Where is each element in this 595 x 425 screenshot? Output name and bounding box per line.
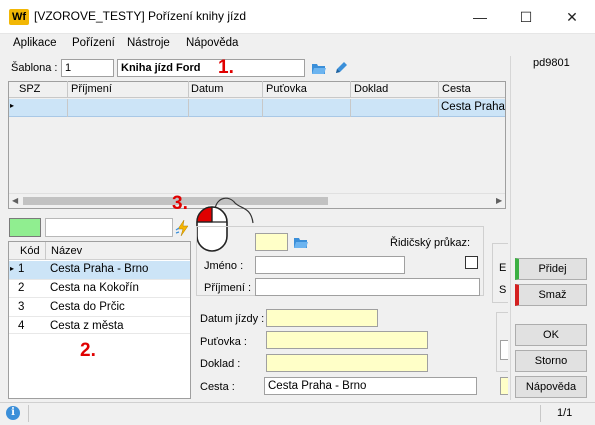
right-panel-divider (510, 56, 511, 400)
list-item-code: 3 (18, 301, 25, 313)
col-separator (67, 81, 68, 97)
prijmeni-label: Příjmení : (204, 282, 252, 294)
col-header-doklad[interactable]: Doklad (354, 83, 388, 95)
group-letter-s: S (499, 284, 507, 296)
menu-nastroje[interactable]: Nástroje (127, 37, 170, 49)
list-item-code: 4 (18, 320, 25, 332)
info-icon[interactable]: i (6, 406, 20, 420)
delete-button[interactable]: Smaž (515, 284, 587, 306)
menu-aplikace[interactable]: Aplikace (13, 37, 56, 49)
page-indicator: 1/1 (557, 407, 573, 419)
help-button[interactable]: Nápověda (515, 376, 587, 398)
col-separator (188, 99, 189, 117)
group-letter-e: E (499, 262, 507, 274)
list-item-name: Cesta Praha - Brno (50, 263, 149, 275)
grid-row-selected[interactable] (9, 99, 505, 117)
jmeno-field[interactable] (255, 256, 405, 274)
col-header-nazev[interactable]: Název (51, 245, 82, 257)
status-divider (540, 405, 541, 422)
col-separator (438, 81, 439, 97)
annotation-1: 1. (218, 57, 234, 78)
col-header-kod[interactable]: Kód (20, 245, 40, 257)
driver-code-field[interactable] (255, 233, 288, 251)
menu-porizeni[interactable]: Pořízení (72, 37, 115, 49)
annotation-2: 2. (80, 340, 96, 361)
col-separator (262, 81, 263, 97)
menu-napoveda[interactable]: Nápověda (186, 37, 238, 49)
jmeno-label: Jméno : (204, 260, 244, 272)
annotation-3: 3. (172, 193, 188, 214)
template-number-field[interactable]: 1 (61, 59, 114, 77)
grid-cell-cesta: Cesta Praha (441, 101, 505, 113)
cesta-label: Cesta : (200, 381, 235, 393)
maximize-button[interactable]: ☐ (503, 0, 549, 34)
drivers-license-label: Řidičský průkaz: (390, 237, 471, 249)
col-separator (188, 81, 189, 97)
hidden-field-edge (500, 377, 508, 395)
color-swatch[interactable] (9, 218, 41, 237)
col-separator (67, 99, 68, 117)
filter-input[interactable] (45, 218, 173, 237)
doklad-label: Doklad : (200, 358, 241, 370)
hidden-field-edge (500, 340, 508, 360)
row-pointer-icon: ▸ (10, 264, 15, 273)
ok-button[interactable]: OK (515, 324, 587, 346)
close-button[interactable]: ✕ (549, 0, 595, 34)
col-header-spz[interactable]: SPZ (19, 83, 40, 95)
col-separator (438, 99, 439, 117)
template-label: Šablona : (11, 62, 58, 74)
list-item-name: Cesta na Kokořín (50, 282, 139, 294)
status-divider (28, 405, 29, 422)
putovka-label: Puťovka : (200, 336, 247, 348)
open-folder-icon[interactable] (293, 234, 309, 250)
status-bar (0, 402, 595, 425)
putovka-field[interactable] (266, 331, 428, 349)
lightning-icon[interactable] (175, 219, 191, 237)
user-code: pd9801 (533, 57, 570, 69)
scroll-left-icon[interactable]: ◀ (12, 196, 18, 205)
datum-jizdy-label: Datum jízdy : (200, 313, 265, 325)
list-item-code: 1 (18, 263, 25, 275)
col-separator (45, 242, 46, 260)
col-header-cesta[interactable]: Cesta (442, 83, 471, 95)
minimize-button[interactable]: — (457, 0, 503, 34)
template-name-field[interactable]: Kniha jízd Ford (117, 59, 305, 77)
col-separator (350, 99, 351, 117)
scroll-right-icon[interactable]: ▶ (496, 196, 502, 205)
list-item-code: 2 (18, 282, 25, 294)
list-item-name: Cesta z města (50, 320, 124, 332)
open-folder-icon[interactable] (311, 60, 327, 76)
add-button[interactable]: Přidej (515, 258, 587, 280)
row-pointer-icon: ▸ (10, 101, 15, 110)
prijmeni-field[interactable] (255, 278, 480, 296)
cesta-field[interactable]: Cesta Praha - Brno (264, 377, 477, 395)
window-title: [VZOROVE_TESTY] Pořízení knihy jízd (34, 9, 247, 23)
col-separator (350, 81, 351, 97)
doklad-field[interactable] (266, 354, 428, 372)
cancel-button[interactable]: Storno (515, 350, 587, 372)
col-header-datum[interactable]: Datum (191, 83, 223, 95)
list-item-name: Cesta do Prčic (50, 301, 125, 313)
col-separator (262, 99, 263, 117)
edit-pencil-icon[interactable] (333, 60, 349, 76)
col-header-putovka[interactable]: Puťovka (266, 83, 307, 95)
datum-jizdy-field[interactable] (266, 309, 378, 327)
drivers-license-checkbox[interactable] (465, 256, 478, 269)
app-logo-icon: Wf (9, 9, 29, 25)
col-header-prijmeni[interactable]: Příjmení (71, 83, 112, 95)
